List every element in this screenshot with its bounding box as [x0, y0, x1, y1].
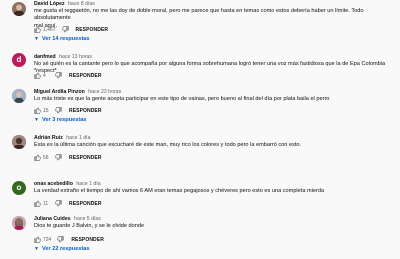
comment-text-line: Dios te guarde J Balvin, y se le olvide …	[34, 223, 145, 229]
like-count: 15	[43, 107, 49, 114]
avatar-letter: d	[16, 55, 22, 64]
reply-button[interactable]: RESPONDER	[69, 73, 102, 79]
avatar[interactable]: o	[12, 181, 26, 195]
comment-timestamp[interactable]: hace 1 día	[66, 135, 90, 141]
comment-author[interactable]: David López hace 8 días	[34, 1, 95, 7]
view-replies-label: Ver 14 respuestas	[41, 36, 90, 42]
caret-down-icon: ▼	[34, 246, 39, 252]
author-name[interactable]: David López	[34, 1, 65, 7]
comment-text: Lo más triste es que la gente acepta par…	[34, 96, 389, 103]
author-name[interactable]: Adrián Ruiz	[34, 135, 63, 141]
thumb-down-icon[interactable]	[55, 154, 62, 161]
comment-text: La verdad extraño el tiempo de ahí vamos…	[34, 188, 389, 195]
like-count: 724	[43, 236, 52, 243]
author-name[interactable]: Miguel Ardila Pinzon	[34, 89, 85, 95]
comment-actions: 56 RESPONDER	[34, 154, 102, 161]
avatar-photo-icon	[12, 89, 26, 103]
comment-author[interactable]: Adrián Ruiz hace 1 día	[34, 135, 91, 141]
avatar-photo-icon	[12, 216, 26, 230]
comment-text-line: La verdad extraño el tiempo de ahí vamos…	[34, 188, 325, 194]
reply-button[interactable]: RESPONDER	[69, 201, 102, 207]
thumb-up-icon[interactable]	[34, 72, 41, 79]
comment-actions: 1,467 RESPONDER	[34, 26, 108, 33]
avatar-letter: o	[16, 183, 22, 192]
like-count: 4	[43, 72, 46, 79]
avatar-photo-icon	[12, 135, 26, 149]
author-name[interactable]: Juliana Cuides	[34, 216, 71, 222]
avatar[interactable]	[12, 2, 26, 16]
like-count: 1,467	[43, 26, 56, 33]
thumb-up-icon[interactable]	[34, 154, 41, 161]
view-replies-label: Ver 3 respuestas	[41, 117, 87, 123]
view-replies-button[interactable]: ▼ Ver 14 respuestas	[34, 36, 90, 42]
avatar-photo-icon	[14, 4, 24, 16]
view-replies-button[interactable]: ▼ Ver 3 respuestas	[34, 117, 86, 123]
thumb-down-icon[interactable]	[61, 26, 69, 33]
comment-timestamp[interactable]: hace 1 día	[76, 181, 100, 187]
comment-text-line: Lo más triste es que la gente acepta par…	[34, 96, 330, 102]
comment-author[interactable]: Juliana Cuides hace 5 días	[34, 216, 101, 222]
caret-down-icon: ▼	[34, 117, 39, 123]
thumb-up-icon[interactable]	[34, 200, 41, 207]
comment-author[interactable]: Miguel Ardila Pinzon hace 23 horas	[34, 89, 121, 95]
reply-button[interactable]: RESPONDER	[69, 155, 102, 161]
comment-timestamp[interactable]: hace 5 días	[74, 216, 101, 222]
comment-text: Dios te guarde J Balvin, y se le olvide …	[34, 223, 389, 230]
thumb-down-icon[interactable]	[57, 236, 65, 243]
comment-actions: 15 RESPONDER	[34, 107, 102, 114]
comment-timestamp[interactable]: hace 23 horas	[88, 89, 121, 95]
comment-author[interactable]: danfmed hace 13 horas	[34, 54, 92, 60]
avatar[interactable]	[12, 135, 26, 149]
thumb-down-icon[interactable]	[55, 72, 62, 79]
avatar[interactable]	[12, 216, 26, 230]
view-replies-button[interactable]: ▼ Ver 22 respuestas	[34, 246, 90, 252]
view-replies-label: Ver 22 respuestas	[41, 246, 90, 252]
comment-text-line: me gusta el reggaetón, no me las doy de …	[34, 8, 364, 22]
comment-actions: 11 RESPONDER	[34, 200, 102, 207]
caret-down-icon: ▼	[34, 36, 39, 42]
like-count: 56	[43, 154, 49, 161]
comment-timestamp[interactable]: hace 13 horas	[59, 54, 92, 60]
reply-button[interactable]: RESPONDER	[76, 27, 109, 33]
author-name[interactable]: danfmed	[34, 54, 56, 60]
author-name[interactable]: onas acebedillo	[34, 181, 73, 187]
comment-actions: 724 RESPONDER	[34, 236, 104, 243]
reply-button[interactable]: RESPONDER	[69, 108, 102, 114]
comment-actions: 4 RESPONDER	[34, 72, 102, 79]
avatar[interactable]	[12, 89, 26, 103]
thumb-down-icon[interactable]	[55, 200, 62, 207]
like-count: 11	[43, 200, 49, 207]
comment-timestamp[interactable]: hace 8 días	[68, 1, 95, 7]
thumb-up-icon[interactable]	[34, 107, 41, 114]
comment-author[interactable]: onas acebedillo hace 1 día	[34, 181, 101, 187]
thumb-up-icon[interactable]	[34, 26, 41, 33]
comment-text: Esta es la última canción que escucharé …	[34, 142, 389, 149]
avatar[interactable]: d	[12, 53, 26, 67]
thumb-down-icon[interactable]	[55, 107, 62, 114]
comment-text-line: Esta es la última canción que escucharé …	[34, 142, 302, 148]
thumb-up-icon[interactable]	[34, 236, 41, 243]
reply-button[interactable]: RESPONDER	[71, 237, 104, 243]
